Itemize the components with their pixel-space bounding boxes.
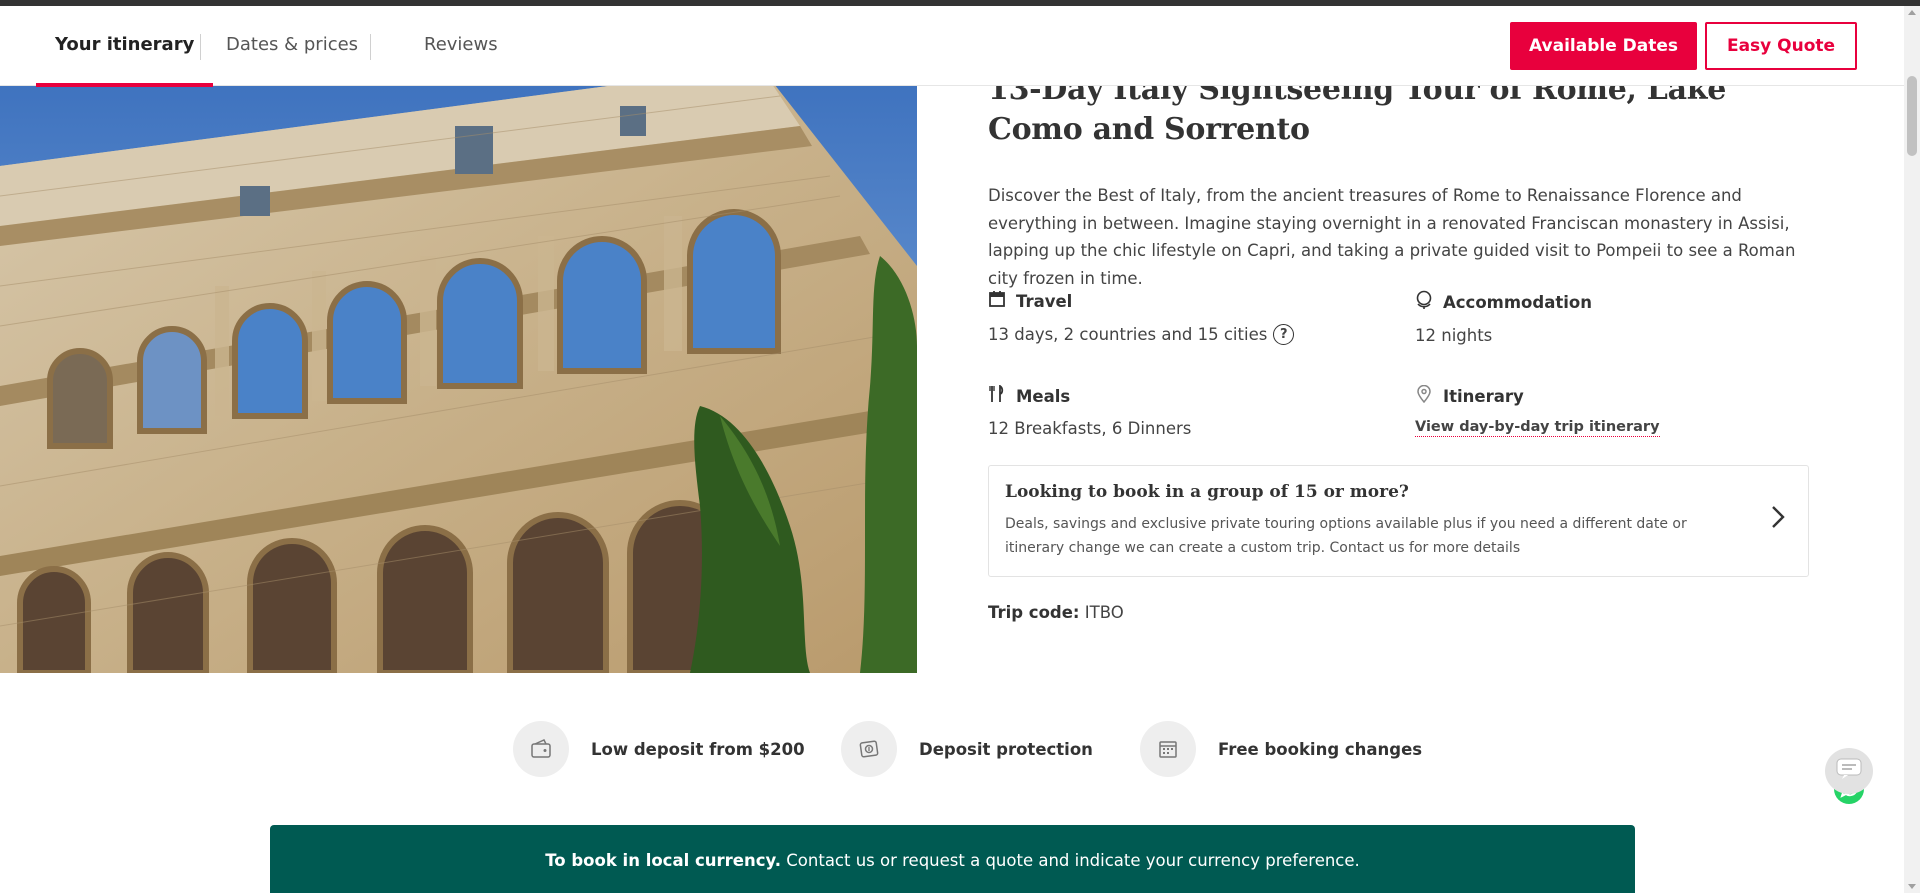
fork-knife-icon [988,384,1006,407]
benefit-label: Deposit protection [919,739,1093,759]
tab-reviews[interactable]: Reviews [424,6,498,86]
benefit-low-deposit: Low deposit from $200 [513,721,805,777]
calendar-icon [988,290,1006,312]
trip-code-value: ITBO [1084,603,1124,622]
tab-divider [370,34,371,60]
fact-meals: Meals 12 Breakfasts, 6 Dinners [988,384,1192,438]
tab-your-itinerary[interactable]: Your itinerary [35,6,214,87]
wallet-icon [513,721,569,777]
benefit-deposit-protection: Deposit protection [841,721,1093,777]
tour-nav: Your itinerary Dates & prices Reviews Av… [0,6,1904,87]
fact-value: 12 Breakfasts, 6 Dinners [988,419,1192,438]
benefit-label: Low deposit from $200 [591,739,805,759]
benefit-label: Free booking changes [1218,739,1423,759]
trip-code-label: Trip code: [988,603,1080,622]
group-booking-text: Deals, savings and exclusive private tou… [1005,516,1687,556]
help-icon[interactable]: ? [1273,324,1295,345]
benefit-free-changes: Free booking changes [1140,721,1422,777]
fact-itinerary: Itinerary View day-by-day trip itinerary [1415,384,1660,437]
easy-quote-button[interactable]: Easy Quote [1705,22,1857,70]
tab-divider [200,34,201,60]
chevron-right-icon [1770,504,1786,534]
fact-label: Travel [1016,291,1073,311]
fact-label: Meals [1016,386,1071,406]
fact-value: 13 days, 2 countries and 15 cities [988,325,1268,344]
fact-accommodation: Accommodation 12 nights [1415,290,1592,345]
globe-icon [1415,290,1433,314]
fact-value: 12 nights [1415,326,1493,345]
scrollbar-thumb[interactable] [1907,76,1917,156]
group-booking-title: Looking to book in a group of 15 or more… [1005,482,1409,502]
tab-dates-prices[interactable]: Dates & prices [226,6,358,86]
trip-code: Trip code: ITBO [988,603,1124,622]
calendar-edit-icon [1140,721,1196,777]
fact-travel: Travel 13 days, 2 countries and 15 citie… [988,290,1295,345]
banner-bold-text: To book in local currency. [545,851,782,870]
hero-image [0,86,917,673]
map-pin-icon [1415,384,1433,407]
chat-button[interactable] [1825,748,1873,794]
chat-bubble-icon [1836,758,1862,784]
group-booking-card[interactable]: Looking to book in a group of 15 or more… [988,465,1809,577]
available-dates-button[interactable]: Available Dates [1510,22,1697,70]
shield-cash-icon [841,721,897,777]
scroll-up-arrow-icon[interactable] [1908,10,1916,15]
fact-label: Itinerary [1443,386,1524,406]
page-scrollbar[interactable] [1904,6,1920,893]
fact-label: Accommodation [1443,292,1592,312]
scroll-down-arrow-icon[interactable] [1908,884,1916,889]
banner-text: Contact us or request a quote and indica… [781,851,1360,870]
currency-banner: To book in local currency. Contact us or… [270,825,1635,893]
view-itinerary-link[interactable]: View day-by-day trip itinerary [1415,419,1660,437]
tour-description: Discover the Best of Italy, from the anc… [988,186,1796,288]
